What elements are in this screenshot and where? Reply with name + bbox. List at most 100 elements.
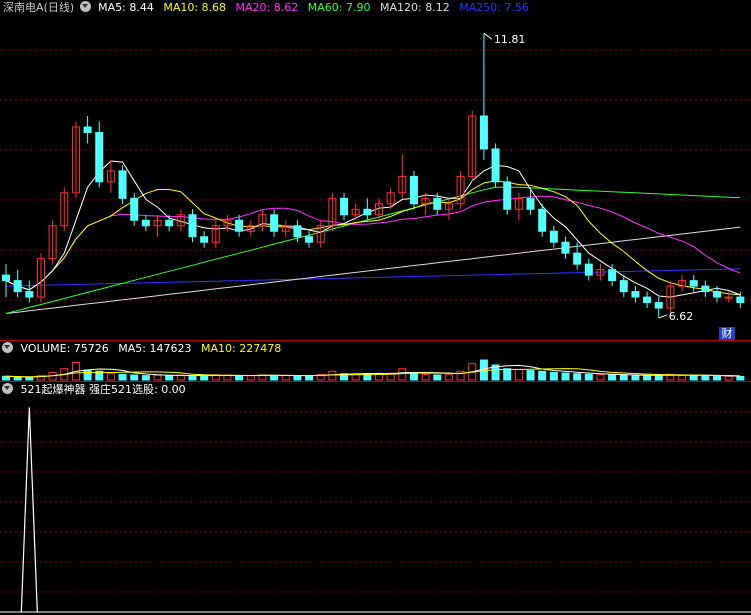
ma5-line <box>5 160 741 298</box>
volume-bar <box>643 375 652 381</box>
candle-body <box>188 214 197 238</box>
candle-body <box>561 241 570 254</box>
candle-body <box>608 269 617 282</box>
volume-bar <box>421 373 430 381</box>
candle-body <box>95 131 104 183</box>
volume-ma5-label: MA5: 147623 <box>118 342 192 355</box>
candle-body <box>2 274 10 282</box>
ma5-label: MA5: 8.44 <box>98 1 154 14</box>
low-marker <box>658 314 667 319</box>
signal-header: 521起爆神器 强庄521选股: 0.00 <box>0 382 751 398</box>
candle-body <box>584 263 593 276</box>
finance-badge[interactable]: 财 <box>719 327 735 341</box>
volume-bar <box>293 375 302 381</box>
indicator-menu-icon[interactable] <box>79 1 91 12</box>
volume-ma10-label: MA10: 227478 <box>200 342 282 355</box>
volume-menu-icon[interactable] <box>2 342 13 353</box>
price-header: 深南电A(日线) MA5: 8.44 MA10: 8.68 MA20: 8.62… <box>0 0 751 16</box>
candle-body <box>479 115 488 150</box>
ma120-line <box>5 226 741 314</box>
volume-bar <box>526 370 535 381</box>
candle-body <box>235 219 244 232</box>
volume-bar <box>433 374 442 381</box>
signal-spike <box>20 407 38 613</box>
volume-bar <box>561 372 570 381</box>
candle-body <box>305 236 314 243</box>
volume-bar <box>200 375 209 381</box>
volume-bar <box>270 374 279 381</box>
volume-bar <box>514 368 523 381</box>
candle-body <box>619 280 628 293</box>
candle-body <box>631 291 640 298</box>
candle-body <box>549 230 558 243</box>
volume-bar <box>689 375 698 381</box>
candle-body <box>165 219 174 227</box>
candle-body <box>118 170 127 199</box>
signal-label: 521起爆神器 强庄521选股: 0.00 <box>20 383 186 396</box>
candle-body <box>83 126 92 133</box>
volume-bar <box>165 375 174 381</box>
candle-body <box>573 252 582 265</box>
candle-body <box>491 148 500 183</box>
volume-bar <box>444 374 453 381</box>
volume-bar <box>235 375 244 381</box>
signal-panel: 521起爆神器 强庄521选股: 0.00 <box>0 382 751 615</box>
candle-body <box>270 214 279 232</box>
candle-body <box>433 197 442 210</box>
candle-body <box>409 175 418 205</box>
volume-bar <box>328 370 337 381</box>
volume-bar <box>25 377 34 381</box>
volume-bar <box>246 375 255 381</box>
volume-bar <box>573 373 582 381</box>
volume-bar <box>503 368 512 381</box>
volume-bar <box>678 374 687 381</box>
high-marker <box>483 32 493 40</box>
volume-bar <box>363 373 372 381</box>
ma250-line <box>5 268 741 287</box>
candle-body <box>25 291 34 298</box>
volume-bar <box>130 374 139 381</box>
stock-title: 深南电A(日线) <box>3 1 75 14</box>
volume-bar <box>223 374 232 381</box>
volume-bar <box>398 368 407 381</box>
candle-body <box>713 291 722 298</box>
candle-body <box>13 280 22 293</box>
volume-bar <box>13 376 22 381</box>
volume-bar <box>83 369 92 381</box>
candle-body <box>724 296 733 299</box>
volume-bar <box>713 375 722 381</box>
ma120-label: MA120: 8.12 <box>379 1 450 14</box>
ma10-label: MA10: 8.68 <box>163 1 227 14</box>
volume-bar <box>281 375 290 381</box>
ma20-label: MA20: 8.62 <box>235 1 299 14</box>
candle-body <box>200 236 209 243</box>
candle-body <box>340 197 349 216</box>
volume-header: VOLUME: 75726 MA5: 147623 MA10: 227478 <box>0 341 751 357</box>
candle-body <box>643 296 652 304</box>
low-price-label: 6.62 <box>669 310 694 323</box>
candle-body <box>654 302 663 309</box>
candle-body <box>538 208 547 232</box>
volume-bar <box>584 373 593 381</box>
candle-body <box>736 296 745 304</box>
candle-body <box>689 280 698 287</box>
volume-bar <box>736 376 745 381</box>
volume-panel: VOLUME: 75726 MA5: 147623 MA10: 227478 <box>0 341 751 381</box>
candlestick-chart: 11.81 6.62 <box>0 32 751 323</box>
candle-body <box>701 285 710 293</box>
volume-ma5-line <box>5 364 741 378</box>
volume-bar <box>608 374 617 381</box>
volume-bar <box>118 373 127 381</box>
high-price-label: 11.81 <box>494 33 526 46</box>
price-panel: 11.81 6.62 深南电A(日线) MA5: 8.44 MA10: 8.68 … <box>0 0 751 341</box>
candle-body <box>503 181 512 210</box>
candle-body <box>293 225 302 238</box>
signal-menu-icon[interactable] <box>2 383 13 394</box>
candle-body <box>141 219 150 227</box>
volume-bar <box>305 375 314 381</box>
volume-bar <box>153 374 162 381</box>
volume-bar <box>631 375 640 381</box>
volume-bar <box>724 375 733 381</box>
ma250-label: MA250: 7.56 <box>459 1 529 14</box>
volume-bar <box>619 374 628 381</box>
